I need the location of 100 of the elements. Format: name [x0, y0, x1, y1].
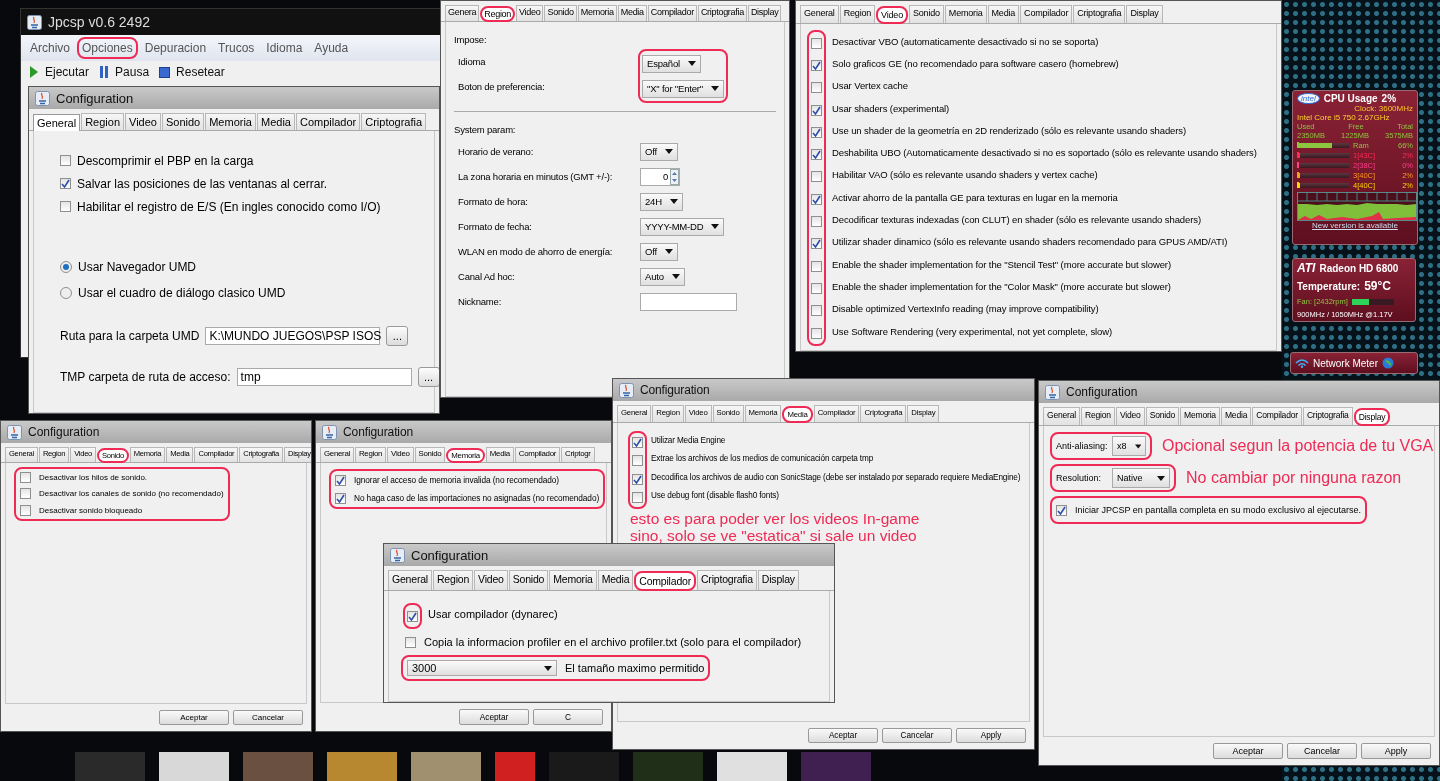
tab[interactable]: General — [33, 114, 81, 131]
tab[interactable]: Video — [125, 113, 161, 130]
checkbox[interactable] — [811, 171, 822, 183]
dialog-button[interactable]: Aceptar — [808, 728, 878, 743]
dialog-button[interactable]: Aceptar — [1213, 743, 1283, 759]
update-link[interactable]: New version is available — [1297, 221, 1413, 230]
tab[interactable]: Memoria — [577, 5, 617, 21]
checkbox[interactable] — [811, 82, 822, 94]
dialog-button[interactable]: Aceptar — [159, 710, 229, 725]
browse-button[interactable]: ... — [417, 366, 439, 387]
tab[interactable]: Display — [1353, 408, 1391, 426]
checkbox[interactable] — [60, 201, 71, 212]
checkbox[interactable] — [20, 471, 31, 483]
tab[interactable]: Compilador — [1020, 5, 1073, 23]
dropdown[interactable]: x8 — [1112, 436, 1146, 456]
tab[interactable]: Media — [1220, 407, 1252, 425]
dropdown[interactable]: 24H — [640, 192, 683, 211]
tab[interactable]: Memoria — [205, 113, 256, 130]
checkbox[interactable] — [811, 327, 822, 339]
menu-item[interactable]: Idioma — [261, 37, 308, 59]
tab[interactable]: Memoria — [549, 570, 597, 590]
tab[interactable]: Region — [432, 570, 474, 590]
tab[interactable]: Video — [516, 5, 544, 21]
tab[interactable]: Criptografia — [697, 570, 757, 590]
toolbar-button[interactable]: Resetear — [159, 65, 225, 79]
dialog-button[interactable]: Cancelar — [1287, 743, 1357, 759]
tab[interactable]: Compilador — [634, 571, 696, 591]
tab[interactable]: Display — [747, 5, 782, 21]
checkbox[interactable] — [811, 216, 822, 227]
dialog-button[interactable]: Cancelar — [882, 728, 952, 743]
tab[interactable]: Region — [1081, 407, 1115, 425]
tab[interactable]: Media — [597, 570, 634, 590]
dialog-button[interactable]: Apply — [1361, 743, 1431, 759]
radio-button[interactable] — [60, 287, 72, 299]
tab[interactable]: Media — [987, 5, 1020, 23]
checkbox[interactable] — [632, 436, 643, 448]
dropdown[interactable]: Off — [640, 242, 678, 261]
dropdown[interactable]: Off — [640, 142, 678, 161]
tab[interactable]: Video — [876, 6, 908, 24]
checkbox[interactable] — [811, 37, 822, 49]
tab[interactable]: Media — [257, 113, 295, 130]
dialog-button[interactable]: C — [533, 709, 603, 725]
tab[interactable]: Memoria — [944, 5, 987, 23]
menu-item[interactable]: Depuracion — [139, 37, 212, 59]
dropdown[interactable]: YYYY-MM-DD — [640, 217, 725, 236]
checkbox[interactable] — [811, 104, 822, 116]
checkbox[interactable] — [1056, 504, 1067, 516]
checkbox[interactable] — [811, 193, 822, 205]
tab[interactable]: General — [388, 570, 432, 590]
checkbox[interactable] — [811, 126, 822, 138]
tab[interactable]: Sonido — [508, 570, 549, 590]
text-field[interactable]: K:\MUNDO JUEGOS\PSP ISOS — [205, 326, 381, 345]
checkbox[interactable] — [60, 178, 71, 189]
tab[interactable]: Compilador — [647, 5, 697, 21]
tab[interactable]: Compilador — [295, 113, 361, 130]
tab[interactable]: Sonido — [161, 113, 205, 130]
tab[interactable]: Criptografia — [1302, 407, 1353, 425]
tab[interactable]: General — [800, 5, 839, 23]
dialog-button[interactable]: Cancelar — [233, 710, 303, 725]
tab[interactable]: General — [1043, 407, 1080, 425]
checkbox[interactable] — [811, 260, 822, 272]
tab[interactable]: Criptografia — [1073, 5, 1126, 23]
dialog-button[interactable]: Apply — [956, 728, 1026, 743]
menu-item[interactable]: Archivo — [25, 37, 75, 59]
tab[interactable]: Criptografia — [361, 113, 427, 130]
text-field[interactable] — [640, 292, 737, 311]
dropdown[interactable]: Español — [642, 54, 701, 73]
tab[interactable]: Memoria — [1180, 407, 1220, 425]
tab[interactable]: Criptografia — [697, 5, 747, 21]
tab[interactable]: Display — [1126, 5, 1163, 23]
radio-button[interactable] — [60, 261, 72, 273]
checkbox[interactable] — [20, 488, 31, 500]
checkbox[interactable] — [407, 610, 418, 622]
tab[interactable]: Sonido — [544, 5, 577, 21]
checkbox[interactable] — [405, 636, 416, 648]
tab[interactable]: Sonido — [1145, 407, 1180, 425]
dialog-button[interactable]: Aceptar — [459, 709, 529, 725]
text-field[interactable]: tmp — [236, 367, 412, 386]
checkbox[interactable] — [20, 504, 31, 516]
checkbox[interactable] — [632, 455, 643, 467]
checkbox[interactable] — [632, 473, 643, 485]
checkbox[interactable] — [632, 492, 643, 504]
checkbox[interactable] — [811, 238, 822, 250]
menu-item[interactable]: Ayuda — [309, 37, 354, 59]
checkbox[interactable] — [811, 149, 822, 161]
checkbox[interactable] — [335, 492, 346, 504]
checkbox[interactable] — [811, 305, 822, 317]
checkbox[interactable] — [811, 282, 822, 294]
dropdown[interactable]: Auto — [640, 267, 685, 286]
browse-button[interactable]: ... — [386, 325, 409, 346]
dropdown[interactable]: "X" for "Enter" — [642, 79, 724, 98]
tab[interactable]: Media — [617, 5, 647, 21]
tab[interactable]: Region — [480, 6, 516, 22]
tab[interactable]: Video — [1115, 407, 1145, 425]
checkbox[interactable] — [811, 59, 822, 71]
toolbar-button[interactable]: Ejecutar — [29, 65, 90, 79]
checkbox[interactable] — [335, 474, 346, 486]
checkbox[interactable] — [60, 155, 71, 166]
tab[interactable]: Display — [757, 570, 799, 590]
number-field[interactable]: 0 — [640, 167, 680, 186]
